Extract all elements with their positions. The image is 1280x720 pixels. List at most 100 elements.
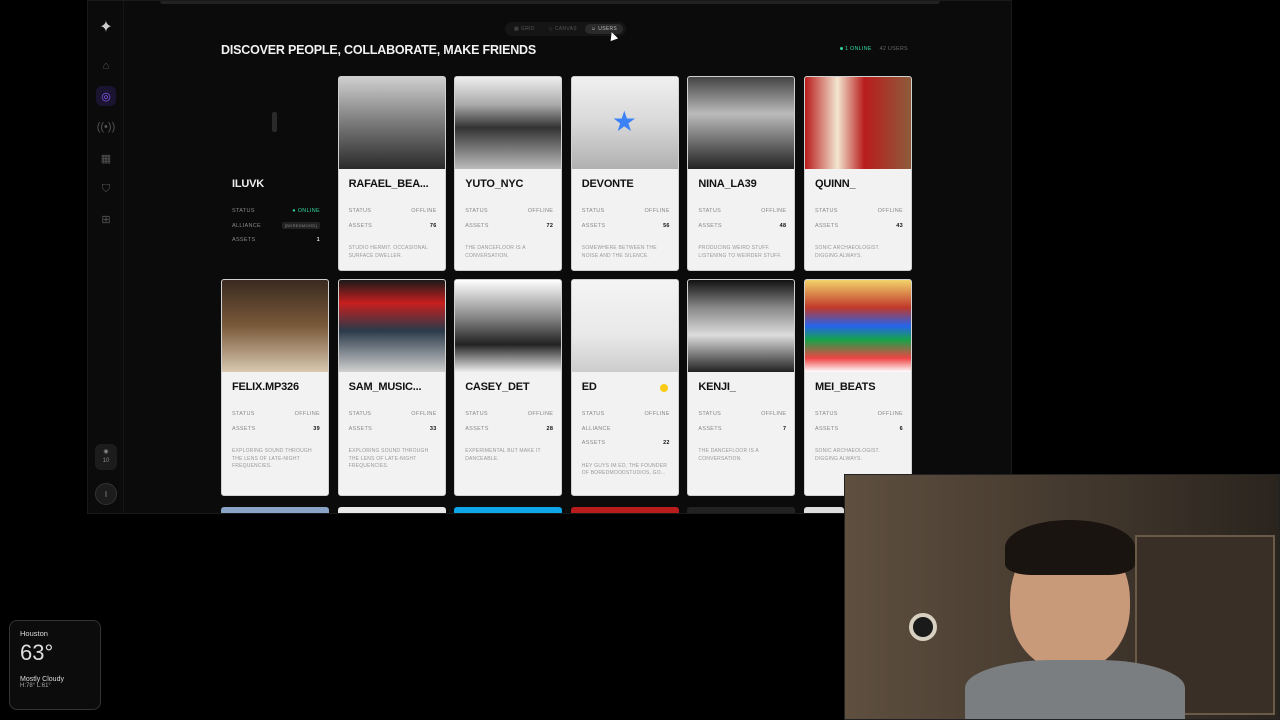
status-row-value: OFFLINE (644, 411, 670, 417)
view-users-tab[interactable]: ☺ USERS (584, 24, 624, 34)
status-row: STATUS OFFLINE (349, 208, 437, 214)
assets-row-label: ASSETS (348, 222, 373, 229)
person-hair (1005, 520, 1135, 575)
status-row-label: STATUS (465, 411, 488, 417)
status-row: STATUS OFFLINE (698, 411, 786, 417)
alliance-row-label: ALLIANCE (232, 222, 261, 229)
user-card[interactable]: MEI_BEATS STATUS OFFLINE ASSETS 6 SONIC ARCHA… (804, 279, 912, 496)
user-photo (805, 280, 911, 372)
status-row-value: OFFLINE (877, 208, 903, 214)
assets-row-label: ASSETS (348, 425, 373, 432)
online-stats: 1 ONLINE 42 USERS (840, 46, 908, 52)
user-card-partial[interactable] (804, 507, 844, 513)
user-name: FELIX.MP326 (232, 381, 299, 393)
status-row: STATUS OFFLINE (465, 411, 553, 417)
alliance-row: ALLIANCE [BOREDMOOD] (232, 221, 320, 229)
assets-row: ASSETS 56 (582, 223, 670, 229)
status-row-value: OFFLINE (761, 208, 787, 214)
weather-widget[interactable]: Houston 63° Mostly Cloudy H:78° L:61° (9, 620, 101, 710)
grid-icon: ▦ (514, 26, 520, 32)
user-avatar[interactable]: I (95, 483, 117, 505)
notification-count: 10 (102, 458, 110, 464)
user-name: SAM_MUSIC... (348, 381, 422, 393)
user-card[interactable]: YUTO_NYC STATUS OFFLINE ASSETS 72 THE DANCEFL… (454, 76, 563, 271)
view-grid-tab[interactable]: ▦ GRID (508, 24, 541, 34)
assets-row: ASSETS 1 (232, 237, 320, 243)
status-row-label: STATUS (581, 411, 605, 417)
user-photo (455, 280, 562, 372)
user-card[interactable]: KENJI_ STATUS OFFLINE ASSETS 7 THE DANCEFLOOR… (687, 279, 796, 496)
assets-row-label: ASSETS (581, 222, 606, 229)
compass-icon[interactable]: ◎ (96, 86, 116, 106)
highlight-dot (659, 384, 668, 392)
alliance-row: ALLIANCE (582, 426, 670, 432)
assets-row: ASSETS 22 (582, 440, 670, 446)
status-row: STATUS OFFLINE (465, 208, 553, 214)
assets-row-label: ASSETS (465, 222, 489, 229)
assets-row: ASSETS 48 (698, 223, 786, 229)
user-card[interactable]: RAFAEL_BEA... STATUS OFFLINE ASSETS 76 STUDIO… (337, 76, 446, 271)
user-photo (571, 280, 678, 372)
assets-row-value: 76 (429, 222, 437, 229)
assets-row: ASSETS 43 (815, 223, 903, 229)
user-photo: ★ (571, 77, 678, 169)
user-card[interactable]: CASEY_DET STATUS OFFLINE ASSETS 28 EXPERIMENT… (454, 279, 563, 496)
weather-city: Houston (20, 629, 48, 638)
user-card[interactable]: FELIX.MP326 STATUS OFFLINE ASSETS 39 EXPLORIN… (221, 279, 329, 496)
calendar-icon[interactable]: ▦ (96, 148, 116, 168)
status-row-label: STATUS (698, 411, 722, 417)
user-card[interactable]: ILUVK STATUS ● ONLINE ALLIANCE [BOREDMOOD] AS… (221, 76, 329, 271)
status-row: STATUS OFFLINE (582, 411, 670, 417)
status-row: STATUS OFFLINE (815, 208, 903, 214)
user-card[interactable]: ED STATUS OFFLINE ALLIANCE ASSETS 22 HEY GUYS … (570, 279, 679, 496)
assets-row-label: ASSETS (232, 237, 256, 243)
apps-icon[interactable]: ⊞ (96, 209, 116, 229)
notifications-button[interactable]: ◉ 10 (95, 444, 117, 470)
sidebar: ✦ ⌂ ◎ ((•)) ▦ ⛉ ⊞ ◉ 10 I (88, 1, 124, 513)
assets-row-label: ASSETS (465, 425, 489, 432)
user-name: DEVONTE (581, 178, 634, 190)
user-card-partial[interactable] (571, 507, 679, 513)
assets-row-value: 7 (783, 425, 787, 432)
user-photo (222, 77, 328, 169)
star-icon: ★ (611, 106, 637, 137)
user-bio: EXPERIMENTAL BUT MAKE IT DANCEABLE. (465, 448, 541, 462)
user-card-partial[interactable] (687, 507, 795, 513)
user-card[interactable]: SAM_MUSIC... STATUS OFFLINE ASSETS 33 EXPLORI… (337, 279, 446, 496)
user-bio: HEY GUYS IM ED, THE FOUNDER OF BOREDMOOD… (581, 462, 668, 477)
user-card[interactable]: QUINN_ STATUS OFFLINE ASSETS 43 SONIC ARCHAEO… (804, 76, 912, 271)
status-row-label: STATUS (465, 208, 488, 214)
user-card-partial[interactable] (338, 507, 446, 513)
view-canvas-tab[interactable]: ◇ CANVAS (543, 24, 583, 34)
assets-row-value: 48 (779, 222, 787, 229)
assets-row: ASSETS 72 (465, 223, 553, 229)
broadcast-icon[interactable]: ((•)) (96, 117, 116, 137)
status-row: STATUS OFFLINE (349, 411, 437, 417)
user-card-partial[interactable] (221, 507, 329, 513)
user-card[interactable]: ★ DEVONTE STATUS OFFLINE ASSETS 56 SOMEWHERE B… (570, 76, 679, 271)
user-name: YUTO_NYC (465, 178, 524, 190)
user-name: RAFAEL_BEA... (348, 178, 429, 190)
status-row-value: OFFLINE (877, 411, 903, 417)
webcam-overlay (844, 474, 1280, 720)
home-icon[interactable]: ⌂ (96, 56, 116, 76)
assets-row: ASSETS 33 (349, 426, 437, 432)
user-card-partial[interactable] (454, 507, 562, 513)
status-row-label: STATUS (348, 208, 372, 214)
status-row-value: ● ONLINE (292, 208, 320, 214)
logo-icon[interactable]: ✦ (96, 17, 116, 37)
ring-light (909, 613, 937, 641)
view-grid-label: GRID (521, 26, 535, 32)
user-card[interactable]: NINA_LA39 STATUS OFFLINE ASSETS 48 PRODUCING … (687, 76, 796, 271)
status-row-value: OFFLINE (294, 411, 320, 417)
user-photo (688, 77, 795, 169)
user-bio: PRODUCING WEIRD STUFF. LISTENING TO WEIR… (698, 245, 782, 259)
assets-row: ASSETS 76 (349, 223, 437, 229)
assets-row-value: 33 (429, 425, 437, 432)
assets-row-label: ASSETS (815, 222, 839, 229)
shield-icon[interactable]: ⛉ (96, 179, 116, 199)
bell-icon: ◉ (103, 449, 109, 455)
user-bio: SOMEWHERE BETWEEN THE NOISE AND THE SILE… (581, 245, 657, 259)
status-row-label: STATUS (815, 208, 838, 214)
weather-temp: 63° (20, 640, 54, 665)
